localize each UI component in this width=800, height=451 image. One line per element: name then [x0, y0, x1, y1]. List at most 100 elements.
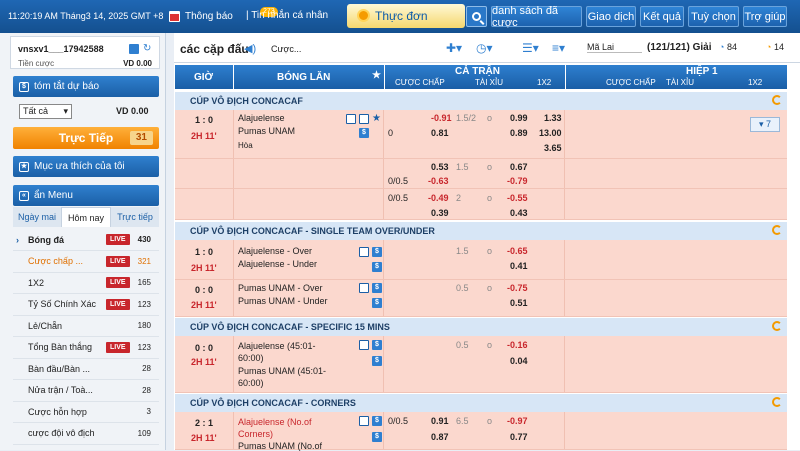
bet-icon[interactable]: $ — [372, 262, 382, 272]
speaker-icon[interactable]: ◀) — [244, 42, 256, 55]
sport-item[interactable]: 1X2 LIVE 165 — [13, 272, 159, 294]
league-header[interactable]: CÚP VÔ ĐỊCH CONCACAF - SPECIFIC 15 MINS — [175, 318, 787, 336]
account-check-icon[interactable] — [129, 44, 139, 54]
tab-today[interactable]: Hôm nay — [61, 207, 111, 227]
sport-count: 180 — [137, 321, 151, 330]
list-view-icon[interactable]: ≡▾ — [552, 41, 565, 55]
refresh-icon[interactable]: ↻ — [143, 43, 151, 54]
main-toolbar: các cặp đấu ◀) Cược... ✚▾ ◷▾ ☰▾ ≡▾ Mã La… — [174, 33, 800, 63]
tv-icon[interactable] — [359, 283, 369, 293]
match-time: 2H 11' — [191, 433, 217, 443]
refresh-icon[interactable] — [772, 95, 782, 105]
summary-icon: $ — [19, 81, 29, 92]
odds-value[interactable]: -0.55 — [507, 193, 528, 203]
more-count: 7 — [766, 119, 772, 129]
menu-button[interactable]: Thực đơn — [347, 4, 465, 28]
col-full-label: CẢ TRẬN — [455, 66, 500, 77]
bet-icon[interactable]: $ — [372, 432, 382, 442]
bet-icon[interactable]: $ — [359, 128, 369, 138]
refresh-icon-b: ◔ — [766, 42, 772, 52]
match-score: 0 : 0 — [195, 343, 214, 353]
notifications-button[interactable]: Thông báo — [169, 7, 233, 26]
refresh-icon[interactable] — [772, 397, 782, 407]
odds-value[interactable]: -0.91 — [431, 113, 452, 123]
refresh-icon[interactable] — [772, 321, 782, 331]
tv-icon[interactable] — [359, 416, 369, 426]
sort-icon[interactable]: ☰▾ — [522, 41, 539, 55]
league-header[interactable]: CÚP VÔ ĐỊCH CONCACAF - CORNERS — [175, 394, 787, 412]
sport-item[interactable]: Nửa trận / Toà... 28 — [13, 380, 159, 402]
league-header[interactable]: CÚP VÔ ĐỊCH CONCACAF - SINGLE TEAM OVER/… — [175, 222, 787, 240]
live-button[interactable]: Trực Tiếp 31 — [13, 127, 159, 149]
odds-value[interactable]: 0.41 — [510, 261, 528, 271]
odds-value[interactable]: 13.00 — [539, 128, 562, 138]
odds-value[interactable]: -0.63 — [428, 176, 449, 186]
odds-value[interactable]: 0.81 — [431, 128, 449, 138]
over-marker: o — [487, 193, 493, 203]
sport-item[interactable]: cược đội vô địch 109 — [13, 423, 159, 445]
odds-value[interactable]: 0.51 — [510, 298, 528, 308]
league-header[interactable]: CÚP VÔ ĐỊCH CONCACAF — [175, 92, 787, 110]
sport-item[interactable]: Cược chấp ... LIVE 321 — [13, 251, 159, 273]
bet-icon[interactable]: $ — [372, 340, 382, 350]
bet-icon[interactable]: $ — [372, 283, 382, 293]
stats-icon[interactable] — [359, 114, 369, 124]
odds-type-select[interactable]: Mã Lai — [587, 42, 642, 53]
help-button[interactable]: Trợ giúp — [743, 6, 787, 27]
options-button[interactable]: Tuỳ chọn — [688, 6, 739, 27]
favorite-star-icon[interactable]: ★ — [372, 113, 381, 124]
transactions-button[interactable]: Giao dịch — [586, 6, 636, 27]
sport-item[interactable]: Tỷ Số Chính Xác LIVE 123 — [13, 294, 159, 316]
odds-value[interactable]: 0.43 — [510, 208, 528, 218]
summary-select[interactable]: Tất cả — [19, 104, 72, 119]
col-live-label: BÓNG LĂN — [277, 72, 331, 83]
more-bets-button[interactable]: ▾ 7 — [750, 117, 780, 132]
ou-line: 0.5 — [456, 340, 469, 350]
sport-item[interactable]: Bàn đầu/Bàn ... 28 — [13, 358, 159, 380]
results-button[interactable]: Kết quả — [640, 6, 684, 27]
odds-value[interactable]: 0.39 — [431, 208, 449, 218]
ou-line: 2 — [456, 193, 462, 203]
tab-tomorrow[interactable]: Ngày mai — [13, 207, 61, 227]
odds-value[interactable]: 0.53 — [431, 162, 449, 172]
odds-value[interactable]: 0.91 — [431, 416, 449, 426]
menu-header[interactable]: « ẩn Menu — [13, 185, 159, 206]
clock-icon[interactable]: ◷▾ — [476, 41, 493, 55]
odds-value[interactable]: 0.04 — [510, 356, 528, 366]
odds-value[interactable]: 3.65 — [544, 143, 562, 153]
odds-value[interactable]: -0.75 — [507, 283, 528, 293]
notifications-label: Thông báo — [185, 11, 233, 22]
odds-value[interactable]: 0.77 — [510, 432, 528, 442]
bet-icon[interactable]: $ — [372, 298, 382, 308]
bet-icon[interactable]: $ — [372, 247, 382, 257]
tv-icon[interactable] — [359, 247, 369, 257]
search-button[interactable] — [466, 6, 487, 27]
odds-value[interactable]: -0.79 — [507, 176, 528, 186]
odds-value[interactable]: 0.89 — [510, 128, 528, 138]
bet-icon[interactable]: $ — [372, 356, 382, 366]
search-input[interactable]: Cược... — [271, 44, 301, 54]
sport-item[interactable]: › Bóng đá LIVE 430 — [13, 229, 159, 251]
odds-value[interactable]: 1.33 — [544, 113, 562, 123]
add-icon[interactable]: ✚▾ — [446, 41, 462, 55]
odds-value[interactable]: 0.67 — [510, 162, 528, 172]
refresh-icon[interactable] — [772, 225, 782, 235]
tab-live[interactable]: Trực tiếp — [111, 207, 159, 227]
odds-value[interactable]: -0.49 — [428, 193, 449, 203]
odds-value[interactable]: 0.99 — [510, 113, 528, 123]
odds-value[interactable]: -0.97 — [507, 416, 528, 426]
sport-item[interactable]: Cược hỗn hợp 3 — [13, 401, 159, 423]
sport-item[interactable]: Tổng Bàn thắng LIVE 123 — [13, 337, 159, 359]
tv-icon[interactable] — [346, 114, 356, 124]
tv-icon[interactable] — [359, 340, 369, 350]
odds-value[interactable]: -0.16 — [507, 340, 528, 350]
bet-icon[interactable]: $ — [372, 416, 382, 426]
odds-value[interactable]: 0.87 — [431, 432, 449, 442]
messages-link[interactable]: | Tin nhắn cá nhân — [246, 10, 328, 21]
odds-value[interactable]: -0.65 — [507, 246, 528, 256]
favorites-header[interactable]: ★ Mục ưa thích của tôi — [13, 156, 159, 177]
summary-header[interactable]: $ tóm tắt dự báo — [13, 76, 159, 97]
sport-item[interactable]: Lẻ/Chẵn 180 — [13, 315, 159, 337]
bet-list-button[interactable]: danh sách đã cược — [491, 5, 582, 29]
header-star-icon[interactable]: ★ — [372, 70, 381, 81]
